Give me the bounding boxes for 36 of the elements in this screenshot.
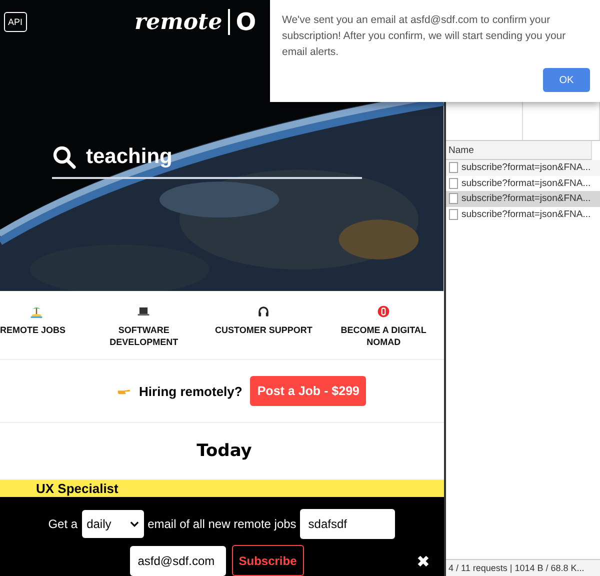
file-icon — [448, 208, 458, 220]
close-button[interactable]: ✖ — [416, 552, 430, 572]
category-link[interactable]: CUSTOMER SUPPORT — [215, 324, 312, 336]
dialog-message: We've sent you an email at asfd@sdf.com to confirm your subscription! After you confirm, we will start sending you your email alerts. — [282, 13, 567, 60]
request-row[interactable]: subscribe?format=json&FNA... — [446, 191, 600, 206]
badge-icon — [377, 305, 390, 318]
subscribe-text: email of all new remote jobs — [148, 517, 296, 531]
request-row[interactable]: subscribe?format=json&FNA... — [446, 206, 600, 222]
frequency-dropdown[interactable]: daily — [82, 510, 144, 538]
subscribe-text: Get a — [48, 517, 78, 531]
status-text: 4 / 11 requests | 1014 B / 68.8 K... — [448, 563, 584, 573]
email-field[interactable]: asfd@sdf.com — [130, 546, 226, 576]
keyword-field[interactable]: sdafsdf — [300, 509, 396, 539]
request-row[interactable]: subscribe?format=json&FNA... — [446, 160, 600, 176]
ok-button[interactable]: OK — [543, 68, 590, 92]
chevron-down-icon — [130, 521, 139, 527]
file-icon — [448, 162, 458, 174]
subscribe-button[interactable]: Subscribe — [232, 545, 304, 576]
section-title: Today — [196, 441, 252, 462]
logo-text: remote — [134, 9, 222, 35]
column-header: Name — [448, 144, 474, 156]
job-row[interactable]: UX Specialist — [0, 479, 444, 497]
island-icon — [30, 305, 43, 318]
search-field[interactable]: teaching — [52, 145, 362, 179]
api-button[interactable]: API — [4, 12, 27, 32]
file-icon — [448, 193, 458, 204]
category-link[interactable]: BECOME A DIGITAL NOMAD — [328, 324, 440, 348]
hiring-text: Hiring remotely? — [139, 384, 242, 399]
request-row[interactable]: subscribe?format=json&FNA... — [446, 176, 600, 191]
file-icon — [448, 178, 458, 189]
laptop-icon — [137, 305, 150, 318]
search-icon — [52, 145, 76, 169]
logo-text: O — [236, 8, 256, 36]
category-link[interactable]: SOFTWARE DEVELOPMENT — [88, 324, 200, 348]
headphones-icon — [257, 305, 270, 318]
category-link[interactable]: REMOTE JOBS — [0, 324, 66, 336]
